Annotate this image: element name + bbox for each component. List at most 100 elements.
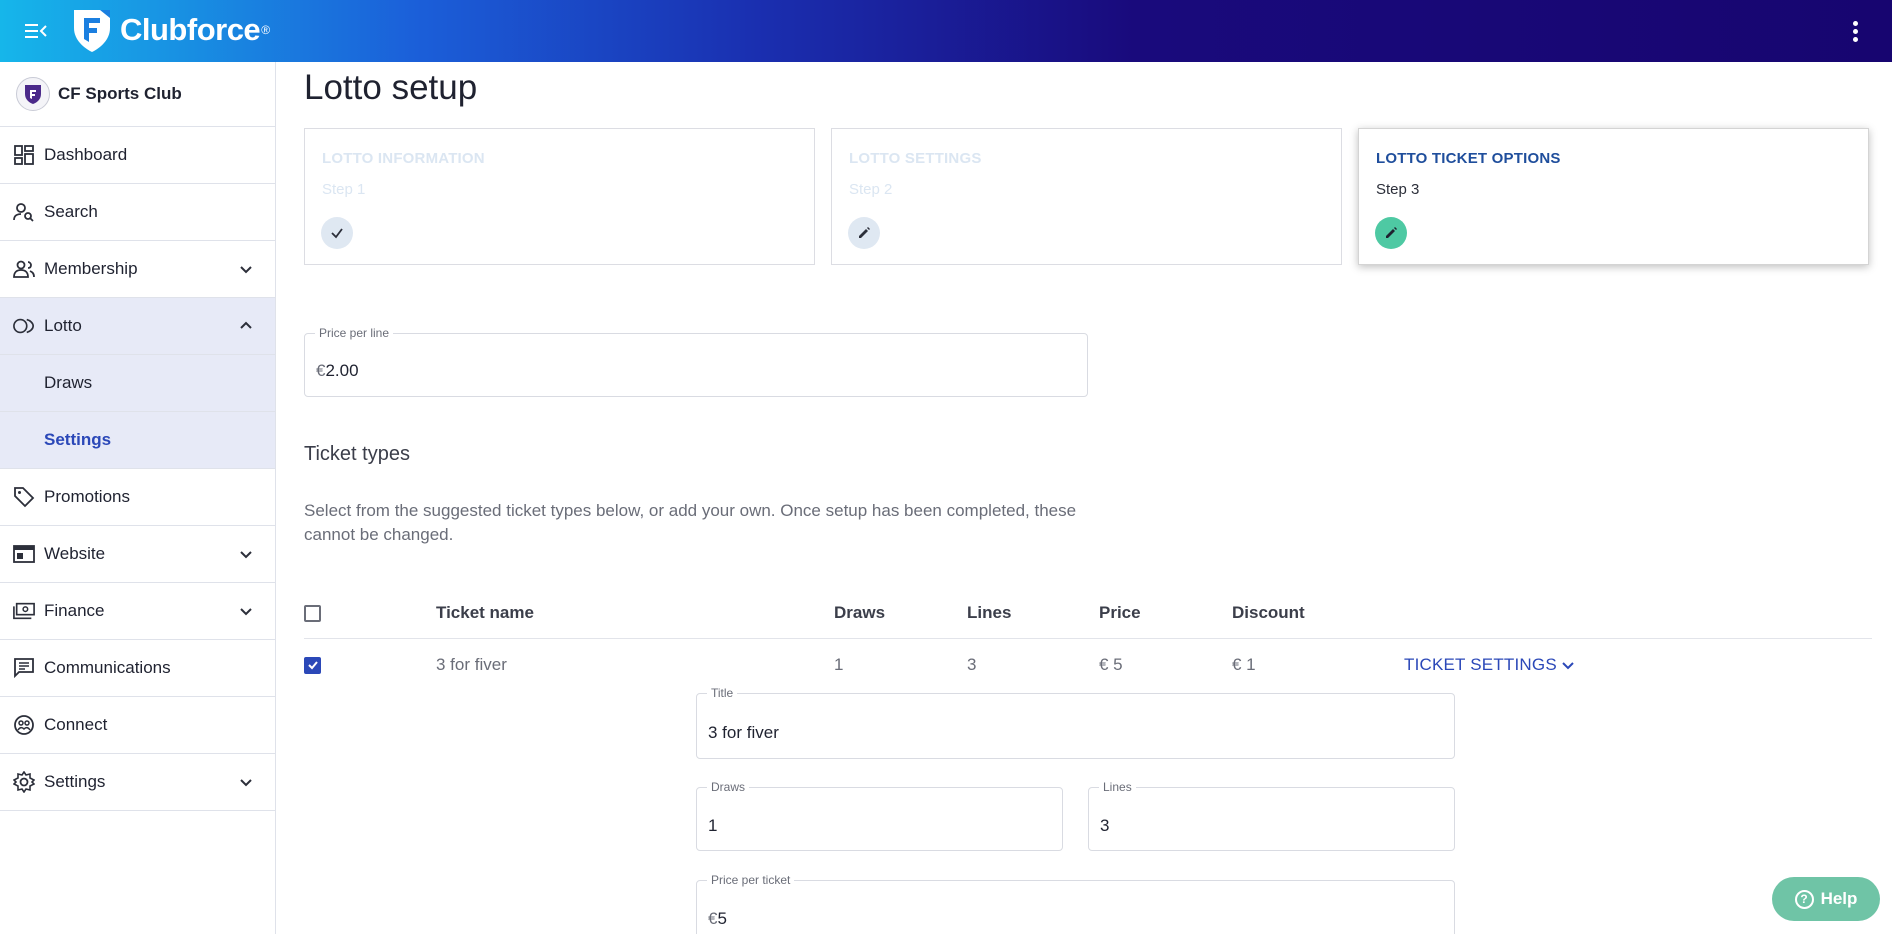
step-subtitle: Step 2: [849, 181, 893, 198]
sidebar-item-label: Dashboard: [44, 145, 128, 164]
brand-registered-mark: ®: [261, 23, 271, 37]
section-title-ticket-types: Ticket types: [304, 443, 410, 465]
sidebar-item-membership[interactable]: Membership: [0, 241, 275, 298]
step-card-lotto-ticket-options[interactable]: LOTTO TICKET OPTIONS Step 3: [1358, 128, 1869, 265]
sidebar-item-label: Lotto: [44, 316, 82, 335]
sidebar-item-promotions[interactable]: Promotions: [0, 469, 275, 526]
sidebar-item-label: Draws: [44, 373, 93, 392]
chevron-down-icon: [240, 608, 252, 616]
sidebar-item-dashboard[interactable]: Dashboard: [0, 127, 275, 184]
price-per-ticket-value: 5: [717, 909, 727, 928]
brand-name: Clubforce: [120, 12, 261, 47]
sidebar-item-lotto[interactable]: Lotto: [0, 298, 275, 355]
sidebar-item-label: Communications: [44, 658, 171, 677]
column-header-discount: Discount: [1232, 603, 1305, 622]
field-label: Lines: [1099, 780, 1136, 794]
ticket-table-header: Ticket name Draws Lines Price Discount: [304, 587, 1872, 639]
sidebar-item-communications[interactable]: Communications: [0, 640, 275, 697]
discount-cell: € 1: [1232, 655, 1256, 674]
ticket-lines-value: 3: [1100, 816, 1110, 835]
ticket-settings-toggle[interactable]: TICKET SETTINGS: [1404, 655, 1576, 675]
sidebar-item-label: Membership: [44, 259, 138, 278]
help-icon: ?: [1794, 889, 1814, 909]
chevron-up-icon: [240, 321, 252, 329]
step-title: LOTTO SETTINGS: [849, 150, 982, 167]
row-checkbox[interactable]: [304, 656, 321, 674]
menu-collapse-icon[interactable]: [22, 17, 50, 45]
finance-icon: [13, 600, 35, 622]
help-button[interactable]: ? Help: [1772, 877, 1880, 921]
connect-icon: [13, 714, 35, 736]
chevron-down-icon: [240, 551, 252, 559]
chevron-down-icon: [1562, 662, 1574, 670]
ticket-name-cell: 3 for fiver: [436, 655, 507, 674]
sidebar-item-website[interactable]: Website: [0, 526, 275, 583]
ticket-draws-value: 1: [708, 816, 718, 835]
step-card-lotto-settings[interactable]: LOTTO SETTINGS Step 2: [831, 128, 1342, 265]
website-icon: [13, 543, 35, 565]
dashboard-icon: [13, 144, 35, 166]
chevron-down-icon: [240, 266, 252, 274]
step-title: LOTTO INFORMATION: [322, 150, 485, 167]
field-label: Draws: [707, 780, 750, 794]
price-per-line-value: 2.00: [325, 361, 359, 380]
select-all-checkbox[interactable]: [304, 604, 321, 622]
field-label: Price per line: [315, 326, 394, 340]
help-label: Help: [1820, 889, 1858, 908]
sidebar-item-label: Search: [44, 202, 98, 221]
sidebar-item-label: Promotions: [44, 487, 130, 506]
table-row: 3 for fiver 1 3 € 5 € 1 TICKET SETTINGS: [304, 640, 1872, 690]
sidebar: CF Sports Club Dashboard Search Membersh…: [0, 62, 276, 934]
price-per-ticket-field[interactable]: Price per ticket €5: [696, 873, 1455, 934]
ticket-draws-field[interactable]: Draws 1: [696, 780, 1063, 851]
lotto-icon: [13, 315, 35, 337]
step-subtitle: Step 1: [322, 181, 366, 198]
step-subtitle: Step 3: [1376, 181, 1420, 198]
sidebar-item-label: Settings: [44, 772, 106, 791]
lines-cell: 3: [967, 655, 977, 674]
clubforce-logo[interactable]: Clubforce ®: [70, 6, 270, 54]
ticket-settings-label: TICKET SETTINGS: [1404, 655, 1557, 674]
club-name: CF Sports Club: [58, 84, 182, 103]
top-bar: Clubforce ®: [0, 0, 1892, 62]
chevron-down-icon: [240, 779, 252, 787]
chat-icon: [13, 657, 35, 679]
person-search-icon: [13, 201, 35, 223]
more-options-icon[interactable]: [1840, 16, 1870, 46]
column-header-price: Price: [1099, 603, 1141, 622]
sidebar-item-label: Settings: [44, 430, 112, 449]
people-icon: [13, 258, 35, 280]
sidebar-subitem-settings[interactable]: Settings: [0, 412, 275, 469]
club-crest-icon: [16, 77, 50, 111]
step-card-lotto-information[interactable]: LOTTO INFORMATION Step 1: [304, 128, 815, 265]
field-label: Title: [707, 686, 738, 700]
price-cell: € 5: [1099, 655, 1123, 674]
sidebar-item-finance[interactable]: Finance: [0, 583, 275, 640]
sidebar-item-connect[interactable]: Connect: [0, 697, 275, 754]
clubforce-shield-icon: [74, 10, 110, 52]
ticket-lines-field[interactable]: Lines 3: [1088, 780, 1455, 851]
section-description: Select from the suggested ticket types b…: [304, 501, 1077, 544]
row-select-cell: [304, 640, 321, 690]
ticket-title-field[interactable]: Title 3 for fiver: [696, 686, 1455, 759]
club-header[interactable]: CF Sports Club: [0, 62, 275, 127]
sidebar-item-label: Website: [44, 544, 106, 563]
column-header-ticket-name: Ticket name: [436, 603, 534, 622]
draws-cell: 1: [834, 655, 844, 674]
select-all-cell: [304, 587, 321, 639]
gear-icon: [13, 771, 35, 793]
sidebar-item-settings[interactable]: Settings: [0, 754, 275, 811]
sidebar-item-label: Finance: [44, 601, 105, 620]
price-per-line-field[interactable]: Price per line €2.00: [304, 326, 1088, 397]
sidebar-subitem-draws[interactable]: Draws: [0, 355, 275, 412]
field-value: €2.00: [316, 361, 359, 381]
sidebar-item-search[interactable]: Search: [0, 184, 275, 241]
tag-icon: [13, 486, 35, 508]
pencil-icon: [1375, 217, 1407, 249]
step-title: LOTTO TICKET OPTIONS: [1376, 150, 1561, 167]
column-header-draws: Draws: [834, 603, 886, 622]
field-label: Price per ticket: [707, 873, 795, 887]
ticket-title-value: 3 for fiver: [708, 723, 779, 742]
pencil-icon: [848, 217, 880, 249]
ticket-settings-cell: TICKET SETTINGS: [1404, 640, 1576, 690]
